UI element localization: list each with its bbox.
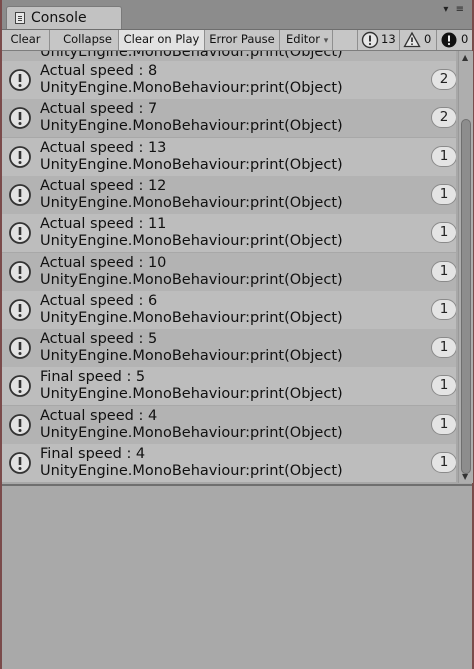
message-count-badge: 1 [431,183,456,205]
log-message-icon [9,337,31,359]
list-item[interactable]: Actual speed : 6 UnityEngine.MonoBehaviou… [2,290,456,329]
message-source: UnityEngine.MonoBehaviour:print(Object) [40,424,343,441]
list-item[interactable]: Actual speed : 8 UnityEngine.MonoBehaviou… [2,61,456,99]
log-filter-toggle[interactable]: 13 [357,30,399,50]
log-message-icon [9,375,31,398]
list-item[interactable]: Actual speed : 5 UnityEngine.MonoBehaviou… [2,329,456,368]
message-source: UnityEngine.MonoBehaviour:print(Object) [40,271,343,288]
message-text: Actual speed : 11 [40,216,167,233]
log-message-icon [9,260,31,283]
collapse-button[interactable]: Collapse [57,30,119,50]
message-count-badge: 2 [431,107,456,129]
message-count-badge: 1 [431,413,456,435]
log-icon [361,31,379,49]
message-count-badge: 1 [431,375,456,397]
log-message-icon [9,413,31,436]
message-source: UnityEngine.MonoBehaviour:print(Object) [40,348,343,365]
message-detail-panel [2,486,472,669]
message-source: UnityEngine.MonoBehaviour:print(Object) [40,156,343,173]
window-menu-icon[interactable]: ▾ ≡ [443,4,466,15]
message-count-badge: 1 [431,145,456,167]
message-text: Actual speed : 12 [40,177,167,194]
list-item[interactable]: Actual speed : 12 UnityEngine.MonoBehavio… [2,175,456,214]
message-text: Actual speed : 7 [40,101,158,118]
list-item[interactable]: Actual speed : 13 UnityEngine.MonoBehavio… [2,137,456,176]
list-item[interactable]: Actual speed : 7 UnityEngine.MonoBehaviou… [2,99,456,138]
message-text: Final speed : 4 [40,446,146,462]
error-count: 0 [461,32,469,46]
message-text: Actual speed : 5 [40,331,158,348]
message-count-badge: 1 [431,337,456,359]
log-message-icon [9,183,31,206]
list-item[interactable]: Final speed : 5 UnityEngine.MonoBehaviour… [2,367,456,406]
clear-button[interactable]: Clear [2,30,50,50]
message-text: Actual speed : 13 [40,139,167,156]
message-source: UnityEngine.MonoBehaviour:print(Object) [40,463,343,479]
chevron-down-icon: ▾ [323,36,329,46]
log-count: 13 [381,32,396,46]
message-source: UnityEngine.MonoBehaviour:print(Object) [40,80,343,96]
message-count-badge: 1 [431,452,456,473]
message-text: Actual speed : 10 [40,254,167,271]
list-item[interactable]: Actual speed : 4 UnityEngine.MonoBehaviou… [2,405,456,444]
log-message-icon [9,298,31,321]
tab-bar: Console ▾ ≡ [2,0,472,30]
list-item[interactable]: Actual speed : 10 UnityEngine.MonoBehavio… [2,252,456,291]
message-list-scrollbar[interactable]: ▲ ▼ [458,51,473,483]
message-source: UnityEngine.MonoBehaviour:print(Object) [40,194,343,211]
log-message-icon [9,222,31,245]
error-filter-toggle[interactable]: 0 [436,30,472,50]
message-source: UnityEngine.MonoBehaviour:print(Object) [40,233,343,250]
tab-console-label: Console [31,10,87,26]
clear-on-play-button[interactable]: Clear on Play [119,30,205,50]
log-message-icon [9,107,31,130]
list-item[interactable]: Actual speed : 11 UnityEngine.MonoBehavio… [2,214,456,253]
message-text: Final speed : 5 [40,369,146,386]
log-message-icon [9,452,31,474]
warning-count: 0 [424,32,432,46]
message-text: Actual speed : 8 [40,63,158,79]
message-count-badge: 2 [431,69,456,90]
message-count-badge: 1 [431,298,456,320]
editor-dropdown-label: Editor [286,32,321,46]
scrollbar-thumb[interactable] [461,119,471,474]
scroll-up-icon[interactable]: ▲ [462,53,468,62]
scroll-down-icon[interactable]: ▼ [462,472,468,481]
log-message-icon [9,69,31,91]
message-source: UnityEngine.MonoBehaviour:print(Object) [40,309,343,326]
message-count-badge: 1 [431,260,456,282]
editor-dropdown[interactable]: Editor ▾ [280,30,333,50]
list-item[interactable]: Final speed : 4 UnityEngine.MonoBehaviour… [2,444,456,482]
message-text: Actual speed : 4 [40,407,158,424]
message-count-badge: 1 [431,222,456,244]
log-message-icon [9,145,31,168]
error-icon [441,32,457,48]
tab-console[interactable]: Console [6,6,122,29]
message-source: UnityEngine.MonoBehaviour:print(Object) [40,386,343,403]
console-icon [15,12,25,24]
warning-filter-toggle[interactable]: 0 [399,30,436,50]
error-pause-button[interactable]: Error Pause [205,30,280,50]
message-source: UnityEngine.MonoBehaviour:print(Object) [40,51,343,60]
console-toolbar: Clear Collapse Clear on Play Error Pause… [2,30,472,51]
warning-icon [403,31,421,48]
message-source: UnityEngine.MonoBehaviour:print(Object) [40,118,343,135]
message-text: Actual speed : 6 [40,292,158,309]
console-message-list[interactable]: UnityEngine.MonoBehaviour:print(Object) … [2,51,456,483]
